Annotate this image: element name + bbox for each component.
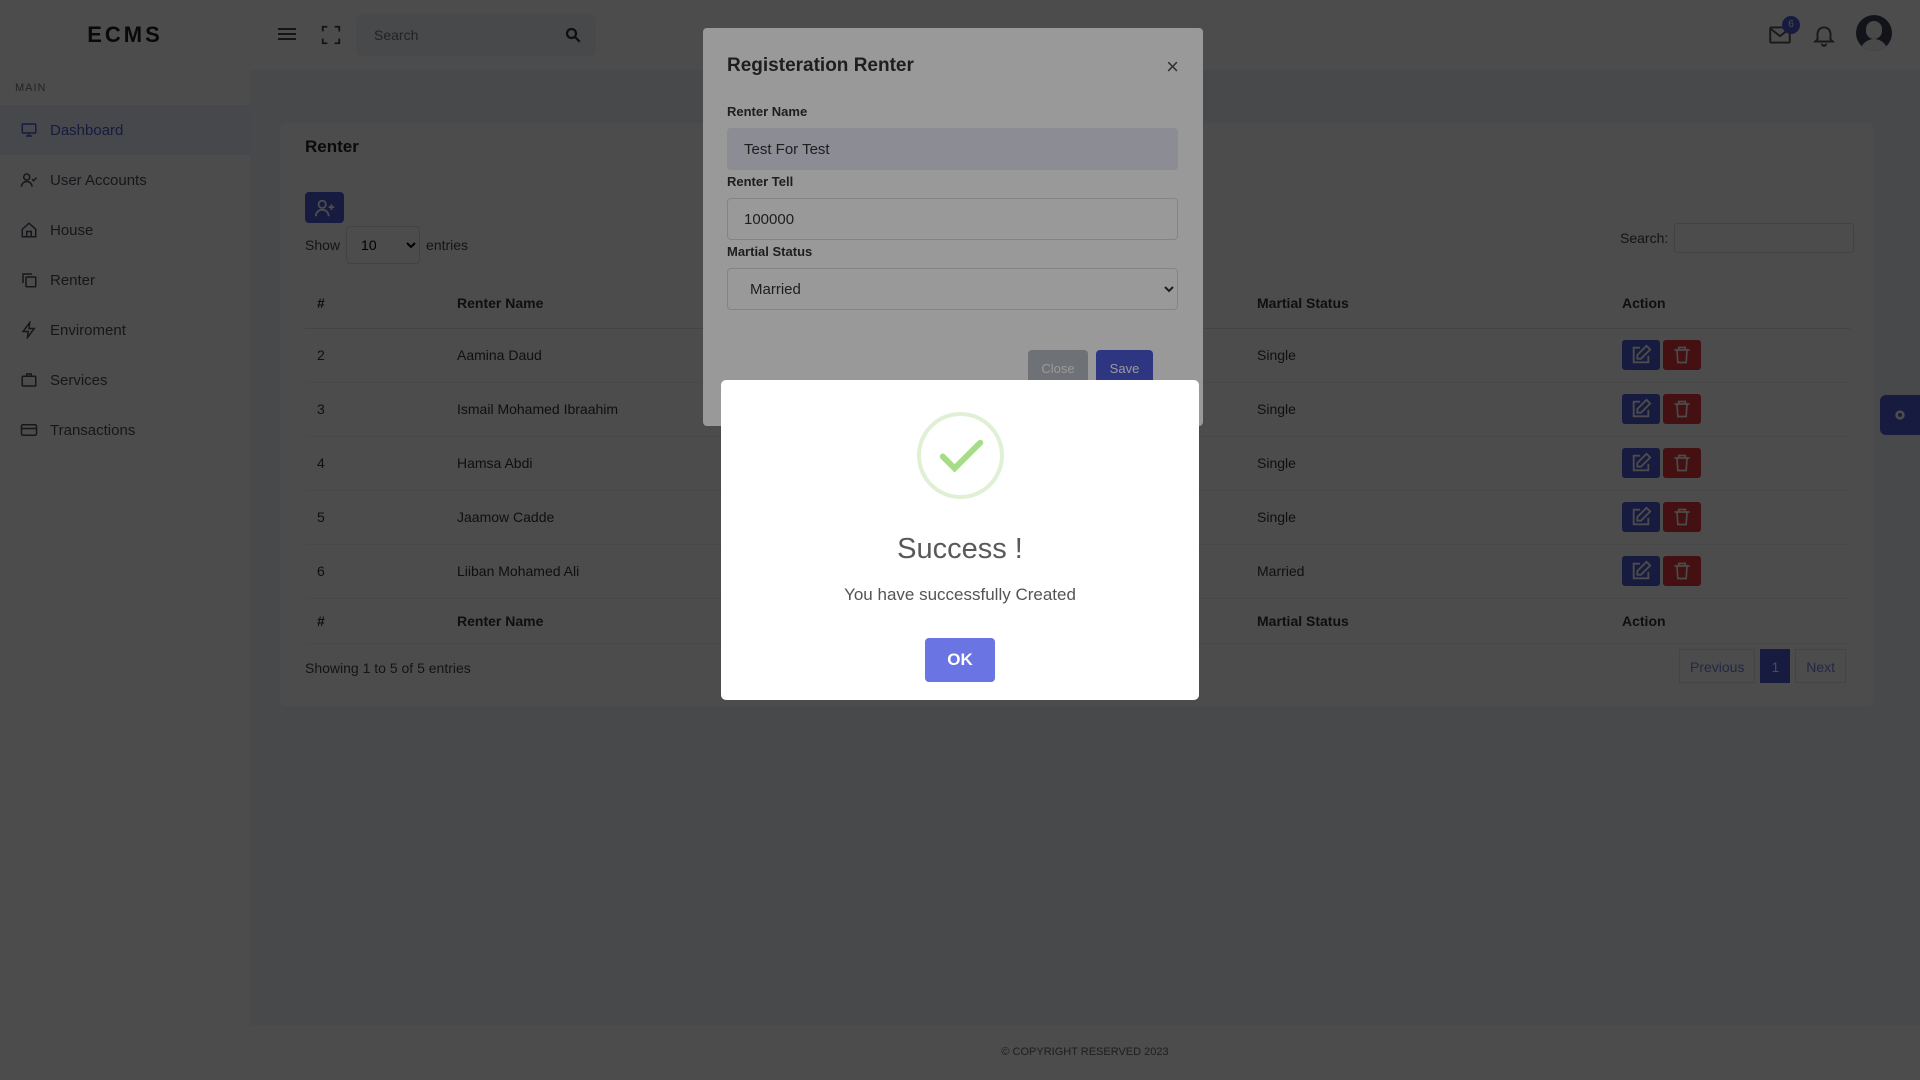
success-alert: Success ! You have successfully Created … [721, 380, 1199, 700]
success-check-icon [917, 412, 1004, 499]
alert-text: You have successfully Created [844, 585, 1076, 604]
ok-button[interactable]: OK [925, 638, 995, 682]
alert-title: Success ! [897, 533, 1023, 565]
